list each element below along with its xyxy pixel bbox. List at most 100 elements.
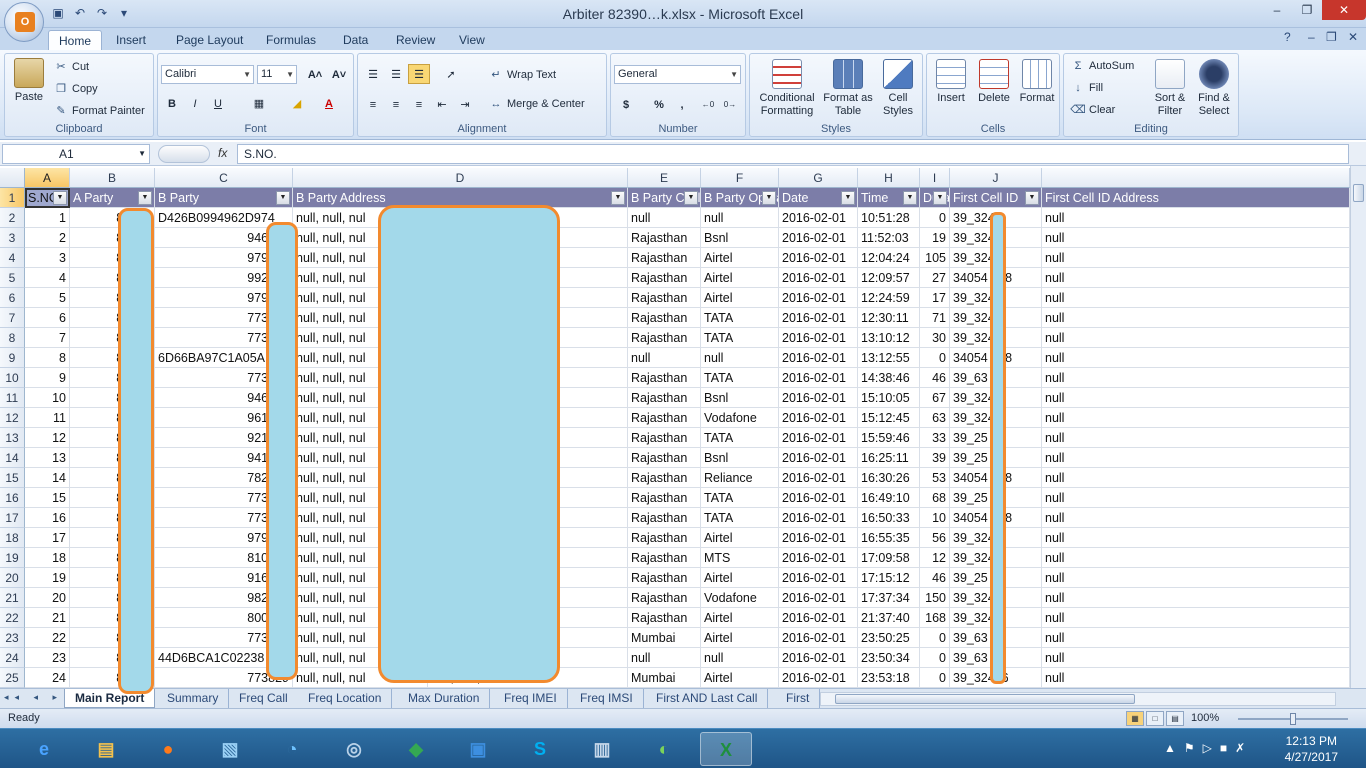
table-cell[interactable]: 19 bbox=[25, 568, 70, 588]
table-cell[interactable]: Rajasthan bbox=[628, 388, 701, 408]
horizontal-scrollbar[interactable] bbox=[820, 692, 1336, 706]
table-cell[interactable]: 71 bbox=[920, 308, 950, 328]
table-cell[interactable]: 17:15:12 bbox=[858, 568, 920, 588]
table-cell[interactable]: null bbox=[1042, 448, 1350, 468]
scroll-thumb[interactable] bbox=[835, 694, 1135, 704]
row-header[interactable]: 6 bbox=[0, 288, 25, 308]
table-cell[interactable]: 23:50:34 bbox=[858, 648, 920, 668]
table-cell[interactable]: 2016-02-01 bbox=[779, 368, 858, 388]
table-cell[interactable]: Mumbai bbox=[628, 668, 701, 688]
table-cell[interactable]: 2016-02-01 bbox=[779, 408, 858, 428]
restore-button[interactable]: ❐ bbox=[1292, 0, 1322, 20]
table-cell[interactable]: 17:09:58 bbox=[858, 548, 920, 568]
table-cell[interactable]: 2016-02-01 bbox=[779, 628, 858, 648]
row-header[interactable]: 13 bbox=[0, 428, 25, 448]
table-cell[interactable]: null bbox=[1042, 628, 1350, 648]
table-cell[interactable]: Rajasthan bbox=[628, 288, 701, 308]
align-middle-icon[interactable]: ☰ bbox=[385, 64, 407, 84]
table-cell[interactable]: 12:04:24 bbox=[858, 248, 920, 268]
column-header[interactable]: B bbox=[70, 168, 155, 188]
column-header[interactable]: H bbox=[858, 168, 920, 188]
table-cell[interactable]: 10 bbox=[920, 508, 950, 528]
filter-dropdown-icon[interactable]: ▼ bbox=[611, 191, 625, 205]
row-header[interactable]: 2 bbox=[0, 208, 25, 228]
monitor-icon[interactable]: ▥ bbox=[576, 732, 628, 766]
table-cell[interactable]: 16:55:35 bbox=[858, 528, 920, 548]
table-cell[interactable]: 14:38:46 bbox=[858, 368, 920, 388]
table-cell[interactable]: null bbox=[1042, 408, 1350, 428]
table-cell[interactable]: 2016-02-01 bbox=[779, 568, 858, 588]
table-cell[interactable]: 2016-02-01 bbox=[779, 208, 858, 228]
sheet-tab[interactable]: Freq IMSI bbox=[570, 689, 644, 708]
row-header[interactable]: 10 bbox=[0, 368, 25, 388]
table-cell[interactable]: Rajasthan bbox=[628, 508, 701, 528]
column-header[interactable]: E bbox=[628, 168, 701, 188]
header-cell[interactable]: Duration▼ bbox=[920, 188, 950, 208]
table-cell[interactable]: null bbox=[628, 648, 701, 668]
paste-button[interactable]: Paste bbox=[11, 58, 47, 104]
page-break-view-icon[interactable]: ▤ bbox=[1166, 711, 1184, 726]
table-cell[interactable]: 27 bbox=[920, 268, 950, 288]
row-header[interactable]: 22 bbox=[0, 608, 25, 628]
table-cell[interactable]: Rajasthan bbox=[628, 328, 701, 348]
table-cell[interactable]: 2016-02-01 bbox=[779, 388, 858, 408]
table-cell[interactable]: null bbox=[1042, 368, 1350, 388]
find-select-button[interactable]: Find & Select bbox=[1192, 59, 1236, 118]
borders-icon[interactable]: ▦ bbox=[248, 93, 270, 113]
table-cell[interactable]: 17 bbox=[920, 288, 950, 308]
table-cell[interactable]: Airtel bbox=[701, 268, 779, 288]
row-header[interactable]: 7 bbox=[0, 308, 25, 328]
table-cell[interactable]: 16:50:33 bbox=[858, 508, 920, 528]
table-cell[interactable]: 2016-02-01 bbox=[779, 288, 858, 308]
percent-button[interactable]: % bbox=[648, 94, 670, 114]
table-cell[interactable]: 168 bbox=[920, 608, 950, 628]
table-cell[interactable]: Rajasthan bbox=[628, 608, 701, 628]
tab-data[interactable]: Data bbox=[333, 30, 378, 50]
table-cell[interactable]: 21:37:40 bbox=[858, 608, 920, 628]
table-cell[interactable]: 2016-02-01 bbox=[779, 228, 858, 248]
table-cell[interactable]: 56 bbox=[920, 528, 950, 548]
row-header[interactable]: 25 bbox=[0, 668, 25, 688]
table-cell[interactable]: Airtel bbox=[701, 608, 779, 628]
table-cell[interactable]: 0 bbox=[920, 648, 950, 668]
conditional-formatting-button[interactable]: Conditional Formatting bbox=[754, 59, 820, 118]
table-cell[interactable]: Rajasthan bbox=[628, 368, 701, 388]
zoom-slider[interactable] bbox=[1238, 713, 1348, 725]
table-cell[interactable]: 15 bbox=[25, 488, 70, 508]
search-icon[interactable]: ◎ bbox=[328, 732, 380, 766]
table-cell[interactable]: 10 bbox=[25, 388, 70, 408]
table-cell[interactable]: 2016-02-01 bbox=[779, 328, 858, 348]
row-header[interactable]: 8 bbox=[0, 328, 25, 348]
table-cell[interactable]: 150 bbox=[920, 588, 950, 608]
table-cell[interactable]: null bbox=[1042, 548, 1350, 568]
table-cell[interactable]: 68 bbox=[920, 488, 950, 508]
app-icon[interactable]: ▧ bbox=[204, 732, 256, 766]
header-cell[interactable]: B Party ▼ bbox=[155, 188, 293, 208]
format-as-table-button[interactable]: Format as Table bbox=[822, 59, 874, 118]
name-box[interactable]: A1 ▼ bbox=[2, 144, 150, 164]
underline-button[interactable]: U bbox=[207, 93, 229, 113]
table-cell[interactable]: 12:30:11 bbox=[858, 308, 920, 328]
table-cell[interactable]: 39 bbox=[920, 448, 950, 468]
row-header[interactable]: 14 bbox=[0, 448, 25, 468]
filter-dropdown-icon[interactable]: ▼ bbox=[53, 191, 67, 205]
align-left-icon[interactable]: ≡ bbox=[362, 94, 384, 114]
spreadsheet-grid[interactable]: A B C D E F G H I J 1 S.NO. ▼ A Party ▼ B Party ▼ B Party… bbox=[0, 168, 1350, 688]
table-cell[interactable]: Rajasthan bbox=[628, 568, 701, 588]
table-cell[interactable]: 63 bbox=[920, 408, 950, 428]
table-cell[interactable]: Rajasthan bbox=[628, 588, 701, 608]
header-cell[interactable]: A Party ▼ bbox=[70, 188, 155, 208]
table-cell[interactable]: Airtel bbox=[701, 248, 779, 268]
row-header[interactable]: 23 bbox=[0, 628, 25, 648]
header-cell[interactable]: First Cell ID ▼ bbox=[950, 188, 1042, 208]
table-cell[interactable]: 24 bbox=[25, 668, 70, 688]
table-cell[interactable]: 4 bbox=[25, 268, 70, 288]
orientation-icon[interactable]: ➚ bbox=[436, 64, 466, 84]
table-cell[interactable]: null bbox=[1042, 668, 1350, 688]
page-layout-view-icon[interactable]: □ bbox=[1146, 711, 1164, 726]
table-cell[interactable]: 2016-02-01 bbox=[779, 448, 858, 468]
ribbon-minimize-button[interactable]: – bbox=[1308, 30, 1315, 44]
filter-dropdown-icon[interactable]: ▼ bbox=[276, 191, 290, 205]
header-cell[interactable]: B Party Circle ▼ bbox=[628, 188, 701, 208]
table-cell[interactable]: 0 bbox=[920, 668, 950, 688]
